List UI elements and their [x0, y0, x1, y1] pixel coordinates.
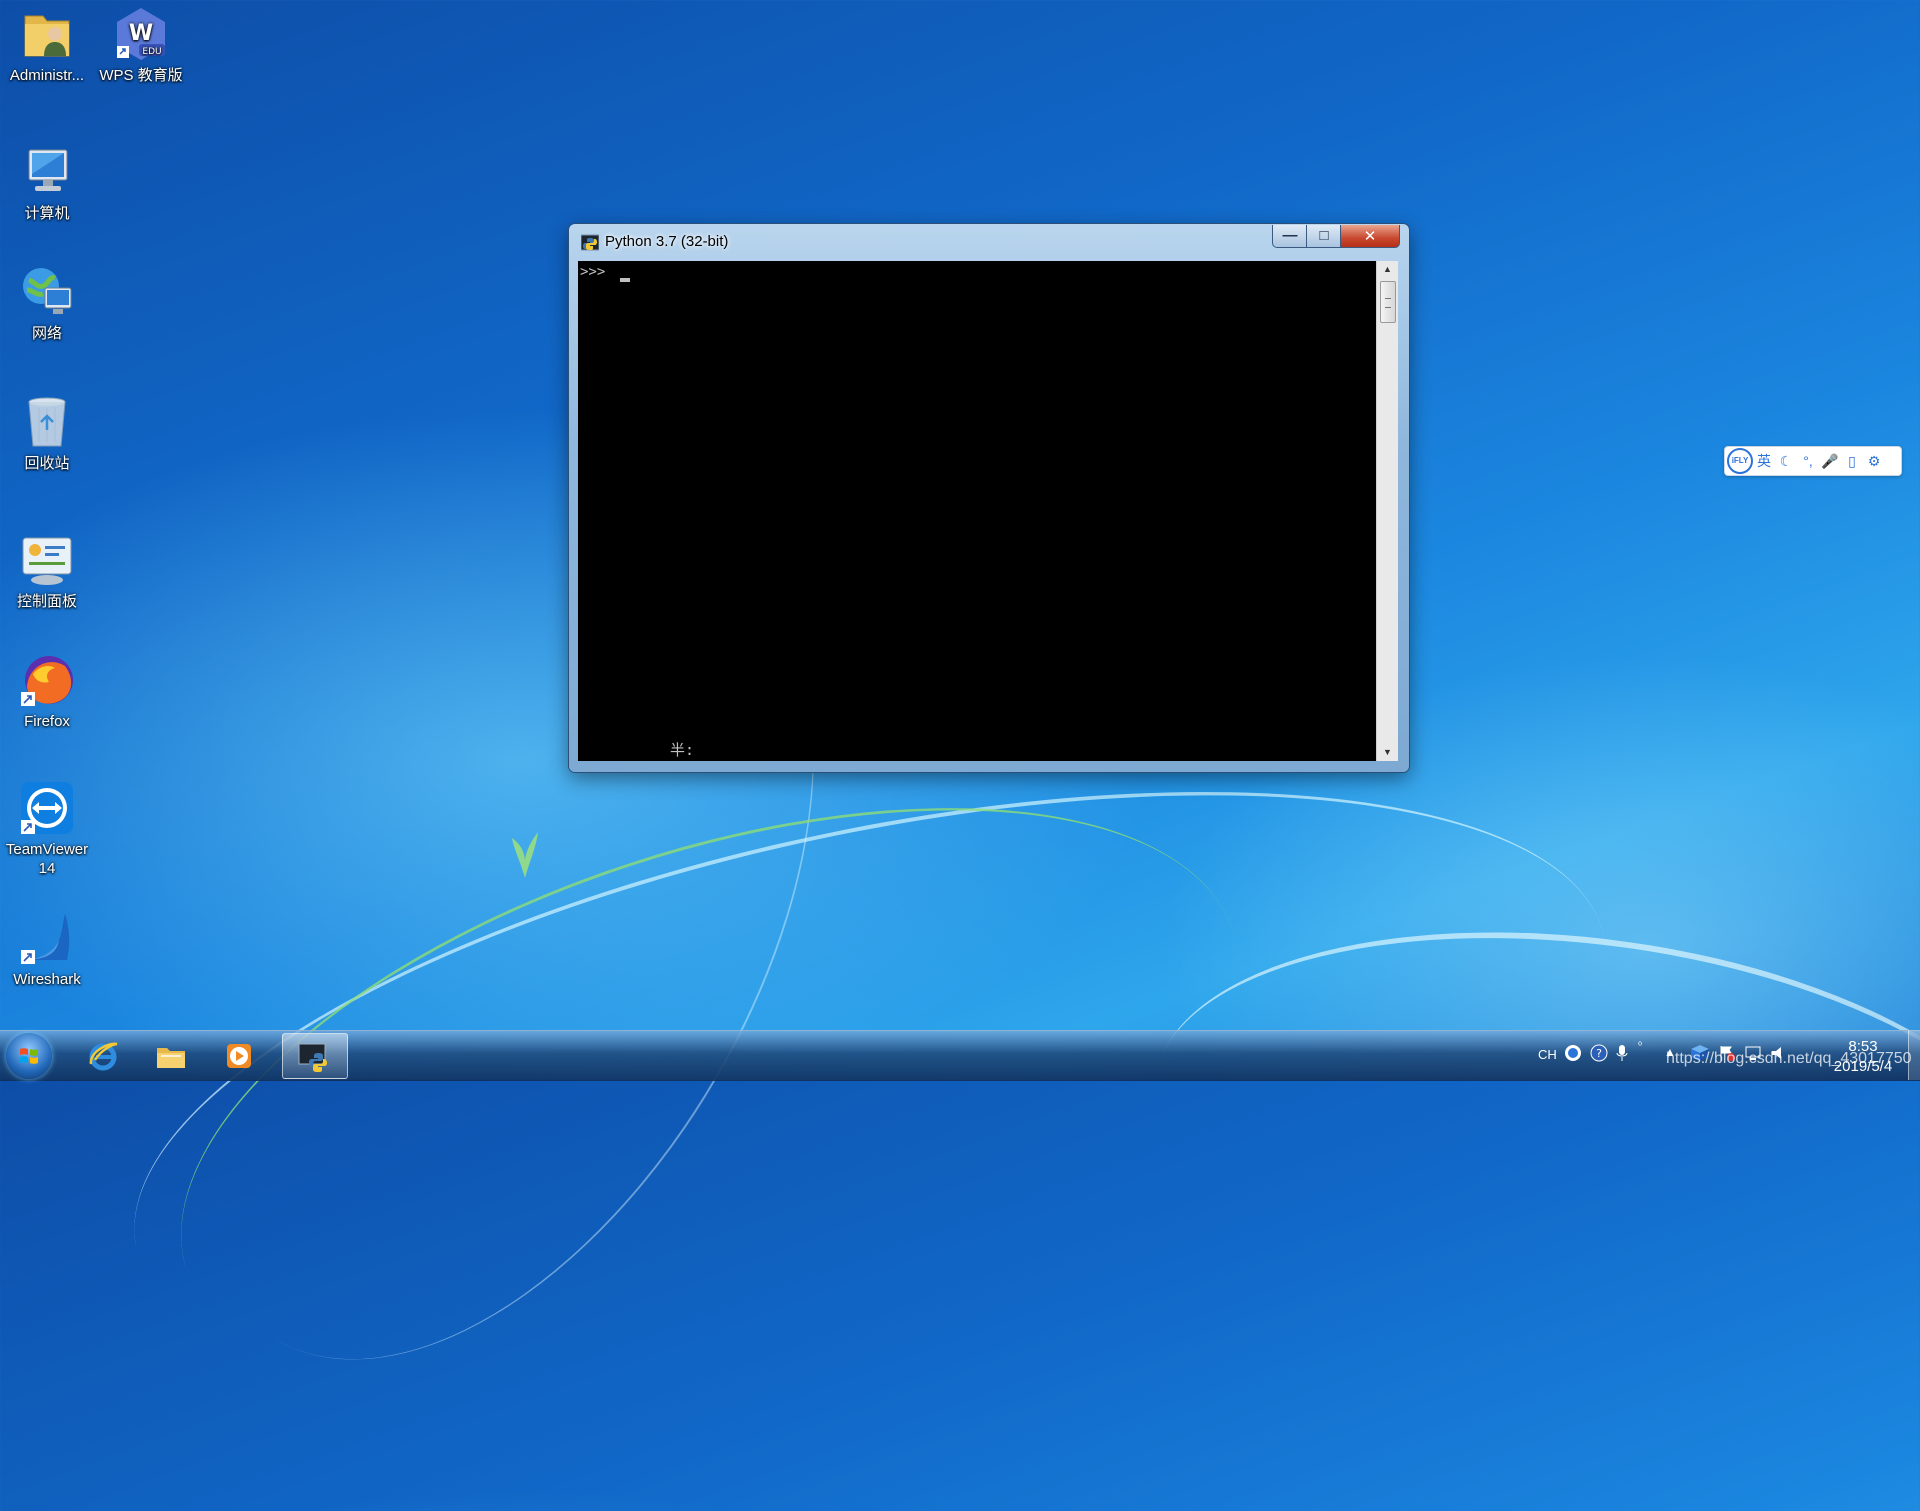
ifly-logo-icon[interactable]: iFLY: [1727, 448, 1753, 474]
taskbar-media-player[interactable]: [208, 1033, 270, 1079]
recycle-bin-icon: [19, 394, 75, 450]
svg-text:W: W: [129, 21, 153, 46]
desktop-icon-network[interactable]: 网络: [0, 264, 94, 343]
ime-status-text: 半:: [670, 741, 695, 759]
desktop-icon-firefox[interactable]: Firefox: [0, 652, 94, 731]
ime-toolbar[interactable]: iFLY 英 ☾ °, 🎤 ▯ ⚙: [1724, 446, 1902, 476]
keyboard-icon[interactable]: ▯: [1841, 453, 1863, 470]
window-title: Python 3.7 (32-bit): [605, 233, 729, 250]
python-icon: [581, 234, 599, 251]
taskbar-internet-explorer[interactable]: [72, 1033, 134, 1079]
start-button[interactable]: [6, 1033, 52, 1079]
user-folder-icon: [19, 6, 75, 62]
ime-language-toggle[interactable]: 英: [1753, 451, 1775, 471]
show-desktop-button[interactable]: [1908, 1030, 1920, 1080]
scroll-down-arrow-icon[interactable]: ▼: [1377, 744, 1398, 761]
scroll-thumb[interactable]: [1380, 281, 1396, 323]
firefox-icon: [19, 652, 75, 708]
maximize-icon: □: [1319, 227, 1329, 244]
internet-explorer-icon: [89, 1042, 118, 1071]
desktop-icon-teamviewer[interactable]: TeamViewer 14: [0, 780, 94, 878]
microphone-icon[interactable]: 🎤: [1819, 453, 1841, 470]
moon-icon[interactable]: ☾: [1775, 453, 1797, 470]
wallpaper-leaf: [512, 832, 538, 878]
network-icon: [19, 264, 75, 320]
wallpaper-swoosh: [81, 679, 1659, 1505]
desktop-icon-label: 网络: [31, 325, 62, 342]
text-cursor: [620, 278, 630, 282]
settings-gear-icon[interactable]: ⚙: [1863, 453, 1885, 470]
scroll-up-arrow-icon[interactable]: ▲: [1377, 261, 1398, 278]
desktop-icon-wps[interactable]: W EDU WPS 教育版: [94, 6, 188, 85]
control-panel-icon: [19, 532, 75, 588]
desktop-icon-label: WPS 教育版: [99, 67, 183, 84]
python-console-window[interactable]: Python 3.7 (32-bit) — □ ✕ >>> 半: ▲ ▼: [569, 224, 1409, 772]
wireshark-icon: [19, 910, 75, 966]
ifly-tray-icon[interactable]: [1564, 1044, 1582, 1065]
desktop-icon-recycle-bin[interactable]: 回收站: [0, 394, 94, 473]
teamviewer-icon: [19, 780, 75, 836]
console-output[interactable]: >>> 半:: [578, 261, 1376, 761]
desktop-icon-computer[interactable]: 计算机: [0, 144, 94, 223]
media-player-icon: [227, 1044, 251, 1068]
maximize-button[interactable]: □: [1306, 225, 1342, 248]
desktop-icon-wireshark[interactable]: Wireshark: [0, 910, 94, 989]
console-prompt: >>>: [580, 264, 606, 280]
desktop-icon-label: Firefox: [24, 713, 70, 730]
taskbar-file-explorer[interactable]: [140, 1033, 202, 1079]
desktop-icon-label: 控制面板: [16, 593, 77, 610]
watermark-url: https://blog.csdn.net/qq_43017750: [1666, 1050, 1912, 1067]
taskbar-python-console[interactable]: [282, 1033, 348, 1079]
help-icon[interactable]: ?: [1590, 1044, 1608, 1065]
wallpaper-swoosh: [109, 692, 1311, 1511]
computer-icon: [19, 144, 75, 200]
taskbar: CH ? ⁰ ▲ 8:53 2019/5/4: [0, 1030, 1920, 1081]
svg-text:?: ?: [1596, 1047, 1602, 1060]
grip-icon: [1385, 298, 1391, 308]
punctuation-icon[interactable]: °,: [1797, 453, 1819, 469]
microphone-icon[interactable]: [1616, 1044, 1628, 1065]
python-icon: [298, 1043, 327, 1072]
close-button[interactable]: ✕: [1340, 225, 1400, 248]
desktop-icon-label: TeamViewer 14: [5, 841, 89, 877]
desktop-icon-label: Wireshark: [13, 971, 81, 988]
ime-settings-small-icon[interactable]: ⁰: [1638, 1041, 1642, 1052]
desktop-icon-label: 计算机: [24, 205, 70, 222]
window-titlebar[interactable]: Python 3.7 (32-bit) — □ ✕: [569, 224, 1409, 258]
desktop-icon-administrator[interactable]: Administr...: [0, 6, 94, 85]
desktop-icon-label: Administr...: [9, 67, 85, 84]
desktop-icon-control-panel[interactable]: 控制面板: [0, 532, 94, 611]
minimize-button[interactable]: —: [1272, 225, 1308, 248]
minimize-icon: —: [1282, 227, 1298, 244]
close-icon: ✕: [1363, 228, 1377, 245]
svg-text:EDU: EDU: [142, 47, 161, 57]
file-explorer-icon: [157, 1048, 185, 1068]
vertical-scrollbar[interactable]: ▲ ▼: [1376, 261, 1398, 761]
wps-edu-icon: W EDU: [113, 6, 169, 62]
input-language-indicator[interactable]: CH: [1538, 1047, 1557, 1062]
windows-logo-icon: [20, 1048, 38, 1064]
wallpaper-swoosh: [1126, 879, 1920, 1407]
desktop-icon-label: 回收站: [24, 455, 70, 472]
